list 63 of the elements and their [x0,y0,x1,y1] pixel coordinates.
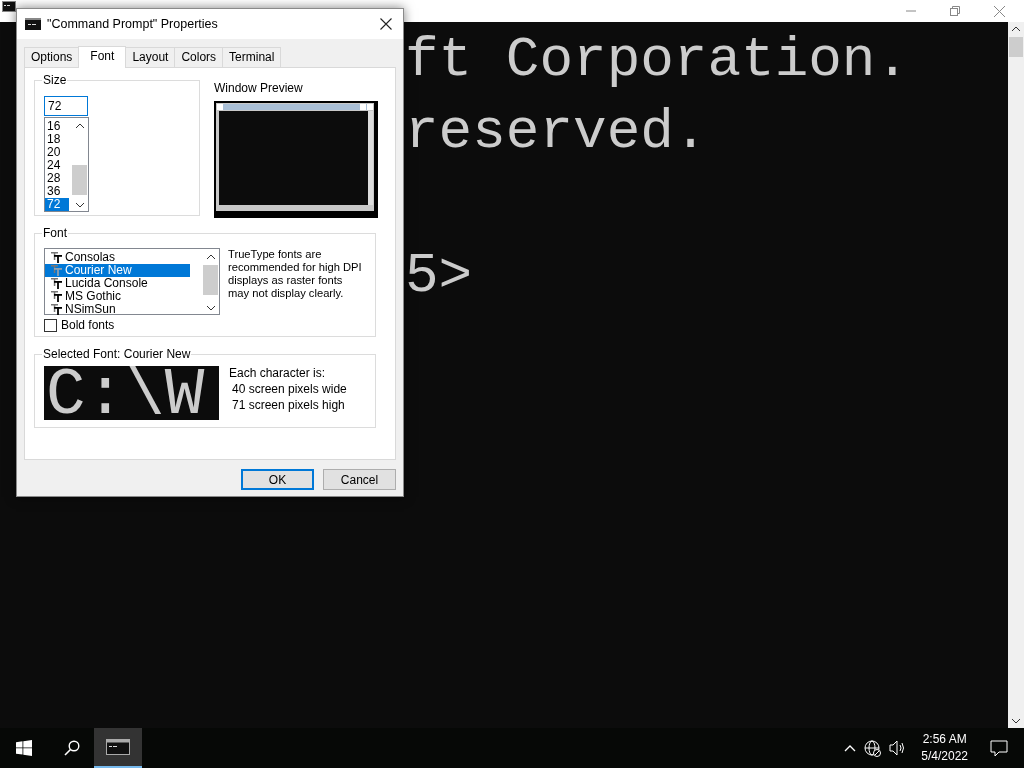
list-item[interactable]: 18 [45,133,69,146]
dialog-button[interactable]: OK [241,469,314,490]
truetype-icon [51,304,62,315]
time-text: 2:56 AM [922,731,967,748]
scroll-up-icon[interactable] [1012,26,1020,31]
console-text: reserved. [405,99,708,166]
size-list[interactable]: 16 18 20 24 28 36 72 [44,117,89,212]
truetype-icon [51,252,62,263]
close-icon[interactable] [380,18,392,30]
checkbox[interactable] [44,318,57,332]
list-item[interactable]: 72 [45,198,69,211]
scroll-thumb[interactable] [203,265,218,295]
scroll-down-icon[interactable] [206,306,215,311]
group-label: Font [42,226,68,240]
tab[interactable]: Terminal [222,47,282,67]
clock[interactable]: 2:56 AM 5/4/2022 [921,731,968,765]
list-item[interactable]: 24 [45,159,69,172]
scrollbar[interactable] [1008,22,1024,728]
console-app-icon [25,18,41,30]
list-item[interactable]: Lucida Console [45,277,190,290]
list-item[interactable]: Consolas [45,251,190,264]
char-height-text: 71 screen pixels high [231,398,346,412]
truetype-icon [51,291,62,302]
char-width-text: 40 screen pixels wide [231,382,347,396]
date-text: 5/4/2022 [921,748,968,765]
tab[interactable]: Layout [125,47,176,67]
console-app-icon [106,739,130,755]
list-item[interactable]: 36 [45,185,69,198]
search-icon[interactable] [64,740,80,756]
scroll-down-icon[interactable] [1012,719,1020,724]
list-item[interactable]: 16 [45,120,69,133]
list-item[interactable]: 28 [45,172,69,185]
dialog-title: "Command Prompt" Properties [47,17,218,31]
scroll-up-icon[interactable] [75,123,84,128]
windows-logo-icon[interactable] [16,740,32,756]
taskbar-app-button[interactable] [94,728,142,768]
dialog-button[interactable]: Cancel [323,469,396,490]
list-item[interactable]: MS Gothic [45,290,190,303]
globe-icon[interactable] [864,739,882,757]
list-item[interactable]: Courier New [45,264,190,277]
info-title: Each character is: [229,366,327,380]
notification-icon[interactable] [990,739,1008,757]
group-label: Size [42,73,68,87]
truetype-icon [51,278,62,289]
checkbox-label[interactable]: Bold fonts [61,318,115,332]
scroll-up-icon[interactable] [206,254,215,259]
font-note-text: TrueType fonts are recommended for high DPI displays as raster fonts may not display clearly. [228,248,363,301]
restore-icon[interactable] [950,6,960,16]
console-text: 5> [405,243,473,310]
group-label: Selected Font: Courier New [42,347,192,361]
window-preview-label: Window Preview [214,81,304,95]
truetype-icon [51,265,62,276]
tab[interactable]: Options [24,47,80,67]
scroll-thumb[interactable] [72,165,87,195]
tab[interactable]: Font [78,46,127,68]
console-text: ft Corporation. [405,27,910,94]
scroll-down-icon[interactable] [75,203,84,208]
size-input-field[interactable]: 72 [44,96,88,116]
list-item[interactable]: NSimSun [45,303,190,316]
font-list[interactable]: Consolas Courier New Lucida Console MS Gothic NSimSun [44,248,220,315]
scroll-thumb[interactable] [1009,37,1023,57]
chevron-up-icon[interactable] [844,744,857,752]
list-item[interactable]: 20 [45,146,69,159]
